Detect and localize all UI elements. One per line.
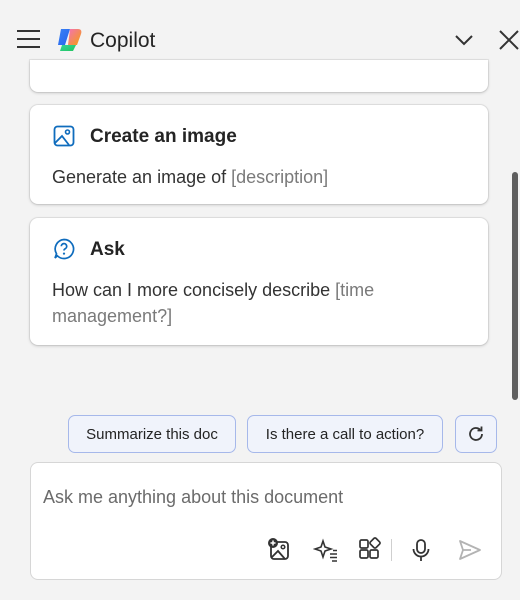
- card-placeholder: [description]: [231, 167, 329, 187]
- chevron-down-icon[interactable]: [452, 29, 476, 51]
- app-title: Copilot: [90, 29, 156, 52]
- image-icon: [53, 125, 75, 147]
- copilot-logo: [58, 29, 82, 51]
- composer: [30, 462, 502, 580]
- refresh-suggestions-button[interactable]: [455, 415, 497, 453]
- suggestion-summarize-button[interactable]: Summarize this doc: [68, 415, 236, 453]
- hamburger-menu-icon[interactable]: [16, 28, 42, 50]
- refresh-icon: [469, 426, 483, 441]
- prompt-card-ask[interactable]: Ask How can I more concisely describe [t…: [30, 218, 488, 345]
- card-title: Ask: [90, 239, 125, 260]
- suggestion-call-to-action-button[interactable]: Is there a call to action?: [247, 415, 443, 453]
- question-icon: [54, 238, 75, 260]
- sparkle-prompts-icon[interactable]: [313, 537, 339, 563]
- send-icon[interactable]: [457, 537, 483, 563]
- chat-input[interactable]: [41, 481, 485, 513]
- card-title: Create an image: [90, 126, 237, 147]
- toolbar-divider: [391, 539, 392, 561]
- card-body: How can I more concisely describe [time …: [52, 280, 375, 326]
- add-image-icon[interactable]: [267, 537, 293, 563]
- prompt-card-partial[interactable]: [30, 60, 488, 92]
- microphone-icon[interactable]: [408, 537, 434, 563]
- apps-grid-icon[interactable]: [357, 537, 383, 563]
- close-icon[interactable]: [496, 27, 520, 53]
- scrollbar-thumb[interactable]: [512, 172, 518, 400]
- prompt-card-create-image[interactable]: Create an image Generate an image of [de…: [30, 105, 488, 204]
- card-body: Generate an image of [description]: [52, 167, 329, 187]
